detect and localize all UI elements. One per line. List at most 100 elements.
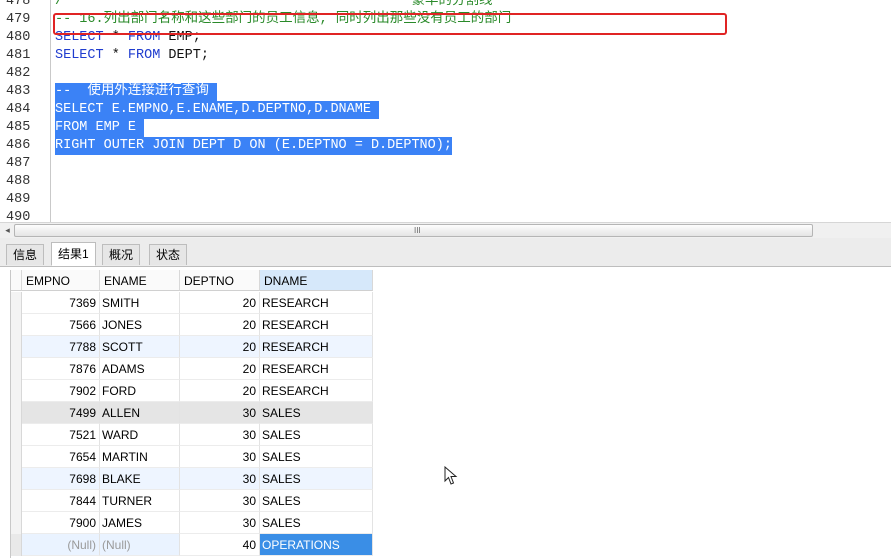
- table-row[interactable]: 7844 TURNER 30 SALES: [11, 490, 373, 512]
- row-header[interactable]: [11, 512, 22, 534]
- tab-profile[interactable]: 概况: [102, 244, 141, 265]
- cell-empno[interactable]: 7566: [22, 314, 100, 336]
- row-header[interactable]: [11, 446, 22, 468]
- table-row[interactable]: 7902 FORD 20 RESEARCH: [11, 380, 373, 402]
- cell-deptno[interactable]: 20: [180, 380, 260, 402]
- cell-deptno[interactable]: 20: [180, 292, 260, 314]
- cell-dname[interactable]: SALES: [260, 424, 373, 446]
- table-row[interactable]: 7499 ALLEN 30 SALES: [11, 402, 373, 424]
- cell-empno[interactable]: 7876: [22, 358, 100, 380]
- table-row[interactable]: 7698 BLAKE 30 SALES: [11, 468, 373, 490]
- scrollbar-thumb[interactable]: III: [14, 224, 813, 237]
- editor-line[interactable]: 488: [0, 173, 891, 191]
- table-row[interactable]: 7521 WARD 30 SALES: [11, 424, 373, 446]
- cell-deptno[interactable]: 40: [180, 534, 260, 556]
- code-token: /***************************************…: [55, 0, 728, 9]
- cell-deptno[interactable]: 20: [180, 336, 260, 358]
- row-header[interactable]: [11, 380, 22, 402]
- cell-dname[interactable]: SALES: [260, 490, 373, 512]
- cell-ename[interactable]: JAMES: [100, 512, 180, 534]
- cell-ename[interactable]: JONES: [100, 314, 180, 336]
- editor-line[interactable]: 490: [0, 209, 891, 222]
- row-header[interactable]: [11, 468, 22, 490]
- cell-dname[interactable]: SALES: [260, 446, 373, 468]
- cell-ename[interactable]: SMITH: [100, 292, 180, 314]
- row-header[interactable]: [11, 490, 22, 512]
- table-row[interactable]: 7876 ADAMS 20 RESEARCH: [11, 358, 373, 380]
- cell-dname[interactable]: SALES: [260, 512, 373, 534]
- column-header-dname[interactable]: DNAME: [260, 270, 373, 291]
- cell-dname[interactable]: RESEARCH: [260, 292, 373, 314]
- row-header[interactable]: [11, 534, 22, 556]
- row-header[interactable]: [11, 314, 22, 336]
- cell-deptno[interactable]: 20: [180, 314, 260, 336]
- editor-line[interactable]: 484 SELECT E.EMPNO,E.ENAME,D.DEPTNO,D.DNA…: [0, 101, 891, 119]
- cell-ename[interactable]: FORD: [100, 380, 180, 402]
- table-row[interactable]: (Null) (Null) 40 OPERATIONS: [11, 534, 373, 556]
- cell-empno[interactable]: 7369: [22, 292, 100, 314]
- cell-empno[interactable]: 7900: [22, 512, 100, 534]
- cell-empno[interactable]: (Null): [22, 534, 100, 556]
- cell-deptno[interactable]: 30: [180, 490, 260, 512]
- cell-ename[interactable]: ALLEN: [100, 402, 180, 424]
- editor-line[interactable]: 481 SELECT * FROM DEPT;: [0, 47, 891, 65]
- row-header[interactable]: [11, 424, 22, 446]
- cell-dname[interactable]: OPERATIONS: [260, 534, 373, 556]
- cell-deptno[interactable]: 30: [180, 468, 260, 490]
- row-header[interactable]: [11, 402, 22, 424]
- code-token: FROM EMP E: [55, 120, 145, 135]
- cell-ename[interactable]: MARTIN: [100, 446, 180, 468]
- cell-empno[interactable]: 7654: [22, 446, 100, 468]
- table-row[interactable]: 7566 JONES 20 RESEARCH: [11, 314, 373, 336]
- sql-editor[interactable]: 478 /************************************…: [0, 0, 891, 222]
- cell-deptno[interactable]: 30: [180, 512, 260, 534]
- cell-empno[interactable]: 7844: [22, 490, 100, 512]
- cell-ename[interactable]: SCOTT: [100, 336, 180, 358]
- table-row[interactable]: 7900 JAMES 30 SALES: [11, 512, 373, 534]
- editor-line[interactable]: 485 FROM EMP E: [0, 119, 891, 137]
- cell-deptno[interactable]: 30: [180, 402, 260, 424]
- row-header[interactable]: [11, 336, 22, 358]
- cell-ename[interactable]: ADAMS: [100, 358, 180, 380]
- cell-ename[interactable]: (Null): [100, 534, 180, 556]
- cell-deptno[interactable]: 30: [180, 424, 260, 446]
- editor-line[interactable]: 489: [0, 191, 891, 209]
- editor-horizontal-scrollbar[interactable]: ◂ III: [0, 222, 891, 239]
- row-header[interactable]: [11, 292, 22, 314]
- scroll-left-arrow-icon[interactable]: ◂: [2, 224, 13, 236]
- cell-deptno[interactable]: 30: [180, 446, 260, 468]
- cell-dname[interactable]: RESEARCH: [260, 358, 373, 380]
- table-row[interactable]: 7788 SCOTT 20 RESEARCH: [11, 336, 373, 358]
- cell-empno[interactable]: 7499: [22, 402, 100, 424]
- cell-empno[interactable]: 7788: [22, 336, 100, 358]
- cell-empno[interactable]: 7521: [22, 424, 100, 446]
- editor-line[interactable]: 483 -- 使用外连接进行查询: [0, 83, 891, 101]
- cell-dname[interactable]: RESEARCH: [260, 380, 373, 402]
- table-row[interactable]: 7654 MARTIN 30 SALES: [11, 446, 373, 468]
- column-header-ename[interactable]: ENAME: [100, 270, 180, 291]
- editor-line[interactable]: 486 RIGHT OUTER JOIN DEPT D ON (E.DEPTNO …: [0, 137, 891, 155]
- cell-dname[interactable]: RESEARCH: [260, 314, 373, 336]
- row-header[interactable]: [11, 358, 22, 380]
- column-header-empno[interactable]: EMPNO: [22, 270, 100, 291]
- cell-deptno[interactable]: 20: [180, 358, 260, 380]
- cell-empno[interactable]: 7902: [22, 380, 100, 402]
- cell-dname[interactable]: SALES: [260, 468, 373, 490]
- mouse-pointer-icon: [444, 466, 458, 485]
- result-tab-bar: 信息 结果1 概况 状态: [0, 238, 891, 267]
- cell-ename[interactable]: WARD: [100, 424, 180, 446]
- editor-line[interactable]: 478 /************************************…: [0, 0, 891, 11]
- cell-ename[interactable]: TURNER: [100, 490, 180, 512]
- tab-info[interactable]: 信息: [6, 244, 45, 265]
- result-grid[interactable]: EMPNO ENAME DEPTNO DNAME 7369 SMITH 20 RESE…: [10, 270, 891, 558]
- editor-line[interactable]: 487: [0, 155, 891, 173]
- tab-result1[interactable]: 结果1: [51, 242, 96, 266]
- cell-dname[interactable]: SALES: [260, 402, 373, 424]
- cell-dname[interactable]: RESEARCH: [260, 336, 373, 358]
- editor-line[interactable]: 482: [0, 65, 891, 83]
- cell-ename[interactable]: BLAKE: [100, 468, 180, 490]
- cell-empno[interactable]: 7698: [22, 468, 100, 490]
- column-header-deptno[interactable]: DEPTNO: [180, 270, 260, 291]
- table-row[interactable]: 7369 SMITH 20 RESEARCH: [11, 292, 373, 314]
- tab-status[interactable]: 状态: [149, 244, 188, 265]
